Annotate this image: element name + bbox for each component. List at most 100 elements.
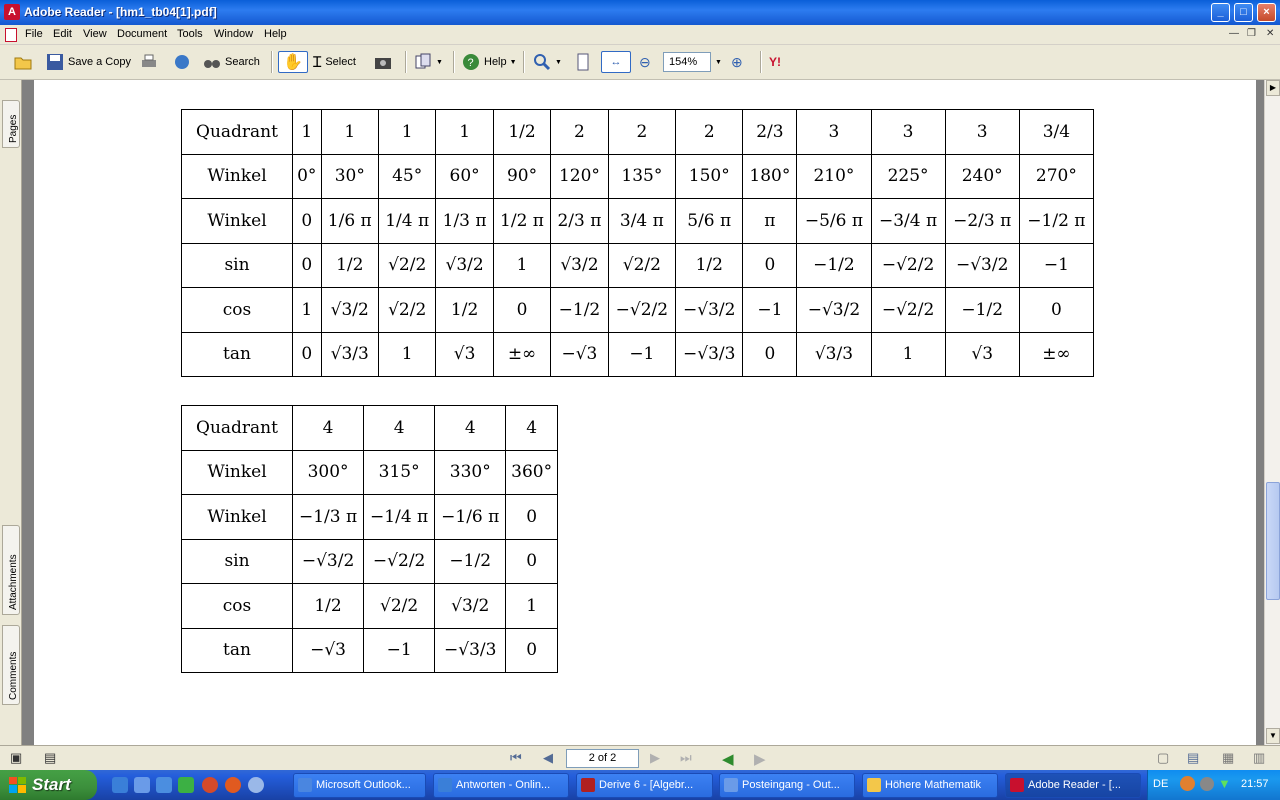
fit-width-icon: ↔ (610, 56, 622, 68)
help-button[interactable]: ? Help ▼ (462, 51, 517, 73)
menu-file[interactable]: File (25, 28, 43, 40)
zoom-level-input[interactable]: 154% (663, 52, 711, 72)
tab-comments-label: Comments (8, 651, 19, 700)
menu-window[interactable]: Window (214, 28, 253, 40)
table-cell: −2/3 π (944, 198, 1020, 244)
save-copy-button[interactable]: Save a Copy (46, 51, 131, 73)
continuous-facing-layout-icon[interactable]: ▥ (1253, 750, 1265, 766)
firefox-quicklaunch-icon[interactable] (225, 777, 241, 793)
print-button[interactable] (140, 51, 162, 73)
menu-edit[interactable]: Edit (53, 28, 72, 40)
yahoo-button[interactable]: Y! (769, 51, 781, 73)
scroll-thumb[interactable] (1266, 482, 1280, 600)
select-tool-button[interactable]: Ɪ Select (313, 51, 356, 73)
menu-document[interactable]: Document (117, 28, 167, 40)
table-cell: 4 (291, 405, 365, 451)
table-cell: 225° (870, 153, 946, 199)
facing-layout-icon[interactable]: ▦ (1222, 750, 1234, 766)
wifi-icon[interactable]: ▼ (1218, 776, 1231, 791)
maximize-button[interactable]: □ (1234, 3, 1253, 22)
single-page-layout-icon[interactable]: ▢ (1157, 750, 1169, 766)
zoom-in-tool-button[interactable]: ▼ (533, 51, 562, 73)
table-cell: −1/3 π (291, 494, 365, 540)
table-cell: −3/4 π (870, 198, 946, 244)
clock: 21:57 (1241, 778, 1269, 790)
table-cell: ±∞ (1018, 331, 1095, 377)
table-cell: 0° (292, 153, 322, 199)
table-cell: −√3/3 (675, 331, 744, 377)
language-indicator[interactable]: DE (1153, 778, 1168, 790)
doc-close-icon[interactable]: ✕ (1266, 28, 1274, 39)
table-row: Quadrant 1 1 1 1 1/2 2 2 2 2/3 3 3 3 3/4 (181, 109, 1095, 155)
email-globe-icon (175, 55, 189, 69)
ie-quicklaunch-icon[interactable] (112, 777, 128, 793)
menu-tools[interactable]: Tools (177, 28, 203, 40)
zoom-dropdown-button[interactable]: ▼ (715, 51, 722, 73)
vertical-scrollbar[interactable]: ▶ ▼ (1264, 80, 1280, 745)
table-row: Winkel 300° 315° 330° 360° (181, 449, 558, 495)
page-layout-button[interactable]: ▼ (414, 51, 443, 73)
table-cell: 3/4 π (607, 198, 677, 244)
task-label: Antworten - Onlin... (456, 779, 551, 791)
tab-attachments[interactable]: Attachments (2, 525, 20, 615)
menu-view[interactable]: View (83, 28, 107, 40)
menu-help[interactable]: Help (264, 28, 287, 40)
snapshot-button[interactable] (374, 51, 396, 73)
table-cell: −1/6 π (434, 494, 507, 540)
table-cell: −√3/2 (291, 538, 365, 584)
scroll-up-icon[interactable]: ▶ (1266, 80, 1280, 96)
tray-arrow-icon[interactable] (1180, 776, 1195, 791)
task-antworten[interactable]: Antworten - Onlin... (433, 773, 569, 798)
task-hoehere-mathematik[interactable]: Höhere Mathematik (862, 773, 998, 798)
scroll-down-icon[interactable]: ▼ (1266, 728, 1280, 744)
back-view-icon[interactable]: ◀ (722, 750, 734, 768)
doc-restore-icon[interactable]: ❐ (1247, 28, 1256, 39)
continuous-layout-icon[interactable]: ▤ (1187, 750, 1199, 766)
open-button[interactable] (14, 51, 36, 73)
table-cell: 1 (435, 109, 494, 155)
start-button[interactable]: Start (0, 770, 97, 800)
previous-page-icon[interactable]: ◀ (543, 750, 553, 766)
messenger-quicklaunch-icon[interactable] (178, 777, 194, 793)
single-page-icon[interactable]: ▣ (10, 750, 22, 766)
table-cell: 1/6 π (320, 198, 379, 244)
row-header: sin (181, 538, 293, 584)
help-label: Help (484, 56, 507, 68)
app-quicklaunch-icon[interactable] (202, 777, 218, 793)
minimize-button[interactable]: _ (1211, 3, 1230, 22)
media-quicklaunch-icon[interactable] (248, 777, 264, 793)
doc-minimize-icon[interactable]: — (1229, 28, 1239, 39)
task-posteingang[interactable]: Posteingang - Out... (719, 773, 855, 798)
fit-page-icon (577, 53, 589, 71)
table-cell: 1/2 (675, 242, 744, 288)
outlook-quicklaunch-icon[interactable] (134, 777, 150, 793)
last-page-icon[interactable]: ⏭ (680, 750, 692, 766)
explorer-quicklaunch-icon[interactable] (156, 777, 172, 793)
table-cell: √2/2 (363, 583, 436, 629)
email-button[interactable] (173, 51, 195, 73)
close-button[interactable]: × (1257, 3, 1276, 22)
fit-width-button[interactable]: ↔ (601, 51, 631, 73)
table-cell: √2/2 (377, 287, 437, 333)
task-adobe-reader[interactable]: Adobe Reader - [... (1005, 773, 1141, 798)
first-page-icon[interactable]: ⏮ (510, 750, 522, 766)
page-view-icon[interactable]: ▤ (44, 750, 56, 766)
next-page-icon[interactable]: ▶ (650, 750, 660, 766)
fit-page-button[interactable] (574, 51, 596, 73)
task-outlook[interactable]: Microsoft Outlook... (293, 773, 426, 798)
hand-tool-button[interactable]: ✋ (278, 51, 308, 73)
forward-view-icon[interactable]: ▶ (754, 750, 766, 768)
tab-attachments-label: Attachments (8, 554, 19, 610)
zoom-out-button[interactable]: ⊖ (639, 51, 651, 73)
tray-app-icon[interactable] (1200, 777, 1214, 791)
search-button[interactable]: Search (203, 51, 260, 73)
tab-pages[interactable]: Pages (2, 100, 20, 148)
row-header: Winkel (181, 494, 293, 540)
zoom-in-button[interactable]: ⊕ (731, 51, 743, 73)
title-bar: A Adobe Reader - [hm1_tb04[1].pdf] _ □ × (0, 0, 1280, 25)
task-derive[interactable]: Derive 6 - [Algebr... (576, 773, 713, 798)
tab-comments[interactable]: Comments (2, 625, 20, 705)
taskbar: Start Microsoft Outlook... Antworten - O… (0, 770, 1280, 800)
adobe-reader-icon (1010, 778, 1024, 792)
page-number-input[interactable]: 2 of 2 (566, 749, 639, 768)
